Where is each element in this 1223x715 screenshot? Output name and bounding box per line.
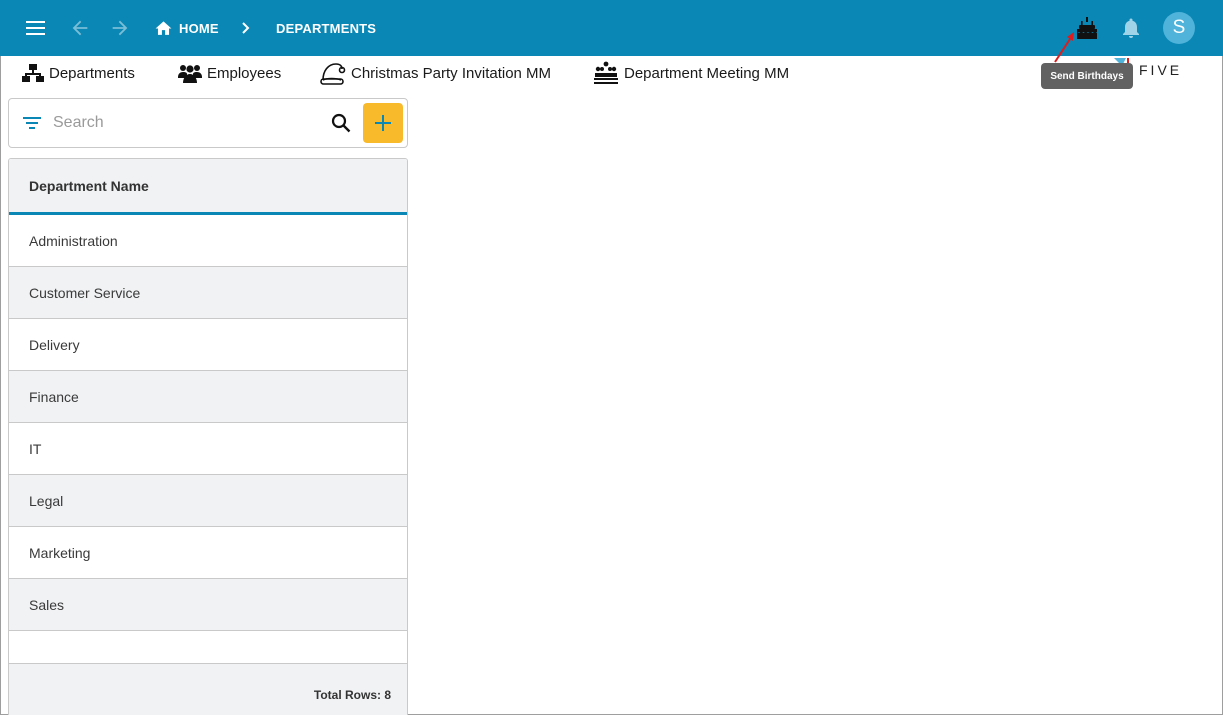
- menu-item-label: Employees: [207, 64, 282, 82]
- add-button[interactable]: [363, 103, 403, 143]
- breadcrumb-home[interactable]: HOME: [154, 18, 219, 38]
- list-item[interactable]: Finance: [9, 371, 407, 423]
- list-item[interactable]: Sales: [9, 579, 407, 631]
- filter-icon[interactable]: [23, 115, 41, 131]
- menu-item-christmas-party[interactable]: Christmas Party Invitation MM: [320, 62, 552, 85]
- meeting-icon: [594, 61, 618, 84]
- plus-icon: [375, 115, 391, 131]
- column-header[interactable]: Department Name: [9, 159, 407, 215]
- menu-bar: Departments Employees Christmas Party In…: [0, 56, 1223, 90]
- breadcrumb-current: DEPARTMENTS: [276, 21, 377, 36]
- user-avatar[interactable]: S: [1163, 12, 1195, 44]
- logo-text: FIVE: [1139, 62, 1183, 78]
- sitemap-icon: [22, 64, 44, 82]
- bell-icon[interactable]: [1119, 16, 1143, 40]
- list-item[interactable]: Customer Service: [9, 267, 407, 319]
- menu-item-label: Christmas Party Invitation MM: [351, 64, 552, 82]
- back-arrow-icon[interactable]: [69, 17, 91, 39]
- home-icon: [155, 20, 172, 35]
- chevron-right-icon: [242, 22, 250, 34]
- list-item[interactable]: Legal: [9, 475, 407, 527]
- list-footer: Total Rows: 8: [9, 664, 407, 715]
- column-header-label: Department Name: [29, 178, 149, 194]
- tooltip-send-birthdays: Send Birthdays: [1041, 63, 1133, 89]
- menu-item-employees[interactable]: Employees: [178, 62, 281, 84]
- search-icon[interactable]: [331, 113, 351, 133]
- forward-arrow-icon[interactable]: [109, 17, 131, 39]
- santa-hat-icon: [320, 63, 346, 85]
- menu-item-departments[interactable]: Departments: [22, 62, 135, 84]
- menu-item-label: Departments: [49, 64, 135, 82]
- app-bar: HOME DEPARTMENTS S: [0, 0, 1223, 56]
- hamburger-menu-icon[interactable]: [20, 16, 52, 40]
- users-icon: [178, 65, 202, 83]
- list-rows: Administration Customer Service Delivery…: [9, 215, 407, 664]
- total-rows: Total Rows: 8: [313, 688, 391, 702]
- search-input[interactable]: [53, 110, 323, 136]
- list-spacer: [9, 631, 407, 664]
- department-list: Department Name Administration Customer …: [8, 158, 408, 715]
- menu-item-department-meeting[interactable]: Department Meeting MM: [593, 61, 790, 84]
- list-item[interactable]: IT: [9, 423, 407, 475]
- list-item[interactable]: Delivery: [9, 319, 407, 371]
- search-bar: [8, 98, 408, 148]
- breadcrumb-home-label: HOME: [179, 20, 219, 36]
- list-item[interactable]: Marketing: [9, 527, 407, 579]
- menu-item-label: Department Meeting MM: [624, 64, 790, 82]
- list-item[interactable]: Administration: [9, 215, 407, 267]
